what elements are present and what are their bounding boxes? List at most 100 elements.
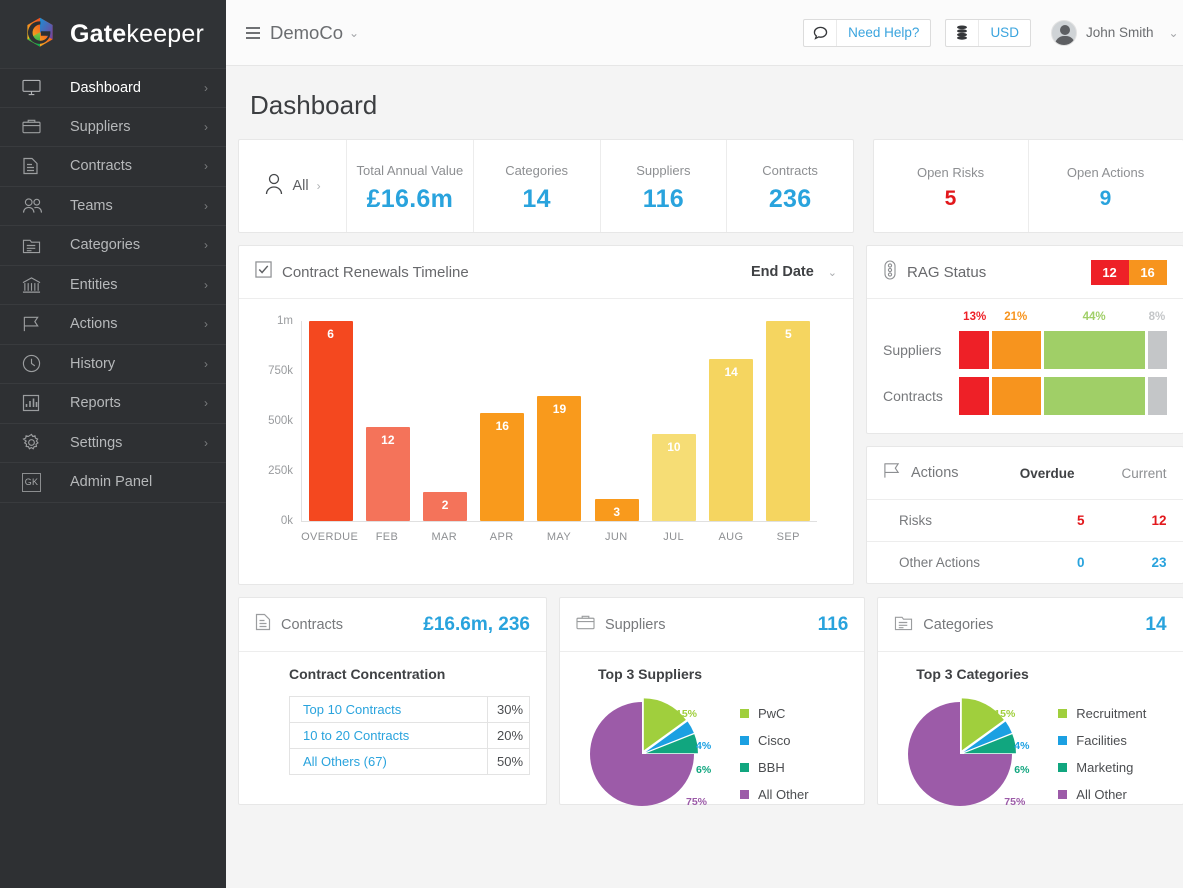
- categories-card-body: Top 3 Categories 15% 4% 6% 75% Recruitment F…: [878, 652, 1182, 814]
- table-row[interactable]: All Others (67) 50%: [289, 748, 530, 775]
- chevron-down-icon[interactable]: ⌄: [349, 26, 359, 40]
- hamburger-menu-icon[interactable]: [246, 26, 260, 39]
- rag-chip-red[interactable]: 12: [1090, 259, 1129, 285]
- company-name[interactable]: DemoCo: [270, 22, 343, 44]
- kpi-filter-all[interactable]: All ›: [239, 140, 347, 232]
- kpi-label: Categories: [505, 162, 569, 178]
- sidebar-item-label: Teams: [70, 197, 113, 214]
- legend-item[interactable]: Recruitment: [1058, 700, 1154, 727]
- sidebar-item-teams[interactable]: Teams ›: [0, 187, 226, 226]
- bar-column[interactable]: 3: [588, 321, 645, 521]
- suppliers-card-headline: 116: [817, 613, 849, 635]
- bar[interactable]: 10: [651, 434, 696, 521]
- rag-segment[interactable]: [1148, 377, 1167, 415]
- actions-row-other-actions[interactable]: Other Actions 0 23: [867, 541, 1183, 583]
- bar-value-label: 3: [613, 505, 621, 519]
- legend-swatch: [740, 709, 749, 718]
- categories-pie-area: 15% 4% 6% 75% Recruitment Facilities Marketin…: [894, 696, 1166, 814]
- bar[interactable]: 5: [766, 321, 811, 521]
- bar-chart-icon: [22, 394, 50, 412]
- sidebar-item-categories[interactable]: Categories ›: [0, 226, 226, 266]
- bar-column[interactable]: 16: [474, 321, 531, 521]
- rag-chip-amber[interactable]: 16: [1128, 259, 1167, 285]
- brand[interactable]: Gatekeeper: [0, 0, 226, 68]
- rag-chips: 12 16: [1090, 259, 1167, 285]
- rag-segment[interactable]: [1148, 331, 1167, 369]
- actions-row-current: 12: [1151, 513, 1167, 528]
- bar[interactable]: 16: [480, 413, 525, 521]
- app-root: Gatekeeper Dashboard › Suppliers › Contr…: [0, 0, 1183, 888]
- legend-item[interactable]: All Other: [1058, 781, 1154, 808]
- bar-column[interactable]: 2: [416, 321, 473, 521]
- sidebar-item-label: History: [70, 355, 116, 372]
- contract-renewals-timeline-card: Contract Renewals Timeline End Date ⌄ 6 1…: [238, 245, 854, 585]
- sidebar-item-dashboard[interactable]: Dashboard ›: [0, 68, 226, 108]
- legend-item[interactable]: BBH: [740, 754, 836, 781]
- currency-selector[interactable]: USD: [945, 18, 1031, 47]
- rag-segment[interactable]: [1043, 331, 1146, 369]
- legend-item[interactable]: All Other: [740, 781, 836, 808]
- kpi-contracts[interactable]: Contracts 236: [727, 140, 853, 232]
- kpi-categories[interactable]: Categories 14: [474, 140, 601, 232]
- concentration-name[interactable]: 10 to 20 Contracts: [289, 722, 488, 749]
- rag-status-card: RAG Status 12 16 13% 21% 44% 8% Suppliers Co…: [866, 245, 1183, 434]
- kpi-open-actions[interactable]: Open Actions 9: [1029, 140, 1183, 232]
- bar-value-label: 16: [495, 419, 509, 433]
- actions-row-risks[interactable]: Risks 5 12: [867, 499, 1183, 541]
- bar-value-label: 19: [552, 402, 567, 416]
- sidebar-item-settings[interactable]: Settings ›: [0, 424, 226, 463]
- kpi-open-risks[interactable]: Open Risks 5: [874, 140, 1029, 232]
- sidebar-item-contracts[interactable]: Contracts ›: [0, 147, 226, 187]
- end-date-dropdown[interactable]: End Date ⌄: [751, 264, 837, 280]
- categories-pie-chart: 15% 4% 6% 75%: [898, 696, 1048, 814]
- table-row[interactable]: 10 to 20 Contracts 20%: [289, 722, 530, 749]
- contracts-card-headline: £16.6m, 236: [423, 613, 530, 635]
- clock-icon: [22, 354, 50, 373]
- legend-item[interactable]: Marketing: [1058, 754, 1154, 781]
- pie-value-label: 4%: [1014, 740, 1030, 752]
- rag-segment[interactable]: [959, 331, 990, 369]
- kpi-total-annual-value[interactable]: Total Annual Value £16.6m: [347, 140, 474, 232]
- legend-swatch: [1058, 736, 1068, 745]
- bar[interactable]: 19: [537, 396, 582, 521]
- need-help-button[interactable]: Need Help?: [803, 18, 932, 47]
- bar[interactable]: 6: [308, 321, 353, 521]
- sidebar-item-admin-panel[interactable]: GK Admin Panel: [0, 463, 226, 503]
- bar[interactable]: 14: [709, 359, 754, 521]
- traffic-light-icon: [883, 259, 897, 285]
- legend-item[interactable]: Facilities: [1058, 727, 1154, 754]
- bar[interactable]: 3: [594, 499, 639, 521]
- rag-segment[interactable]: [992, 331, 1041, 369]
- sidebar-item-label: Admin Panel: [70, 474, 153, 491]
- legend-item[interactable]: Cisco: [740, 727, 836, 754]
- sidebar-item-entities[interactable]: Entities ›: [0, 266, 226, 305]
- sidebar-item-actions[interactable]: Actions ›: [0, 305, 226, 345]
- actions-row-overdue: 5: [1077, 513, 1085, 528]
- bar-column[interactable]: 6: [302, 321, 359, 521]
- bar-column[interactable]: 19: [531, 321, 588, 521]
- bar-column[interactable]: 10: [645, 321, 702, 521]
- bar-column[interactable]: 12: [359, 321, 416, 521]
- legend-swatch: [740, 736, 749, 745]
- y-axis-tick-label: 1m: [277, 315, 293, 327]
- rag-bar-group: [959, 377, 1167, 415]
- bar[interactable]: 2: [423, 492, 468, 521]
- kpi-suppliers[interactable]: Suppliers 116: [601, 140, 728, 232]
- legend-item[interactable]: PwC: [740, 700, 836, 727]
- bar-column[interactable]: 5: [760, 321, 817, 521]
- rag-segment[interactable]: [959, 377, 990, 415]
- rag-segment[interactable]: [1043, 377, 1146, 415]
- user-menu[interactable]: John Smith ⌄: [1050, 19, 1179, 46]
- table-row[interactable]: Top 10 Contracts 30%: [289, 696, 530, 723]
- sidebar-item-suppliers[interactable]: Suppliers ›: [0, 108, 226, 147]
- concentration-name[interactable]: Top 10 Contracts: [289, 696, 488, 723]
- bar[interactable]: 12: [365, 427, 410, 521]
- rag-segment[interactable]: [992, 377, 1041, 415]
- concentration-name[interactable]: All Others (67): [289, 748, 488, 775]
- timeline-header: Contract Renewals Timeline End Date ⌄: [239, 246, 853, 299]
- actions-row-label: Other Actions: [899, 555, 981, 570]
- sidebar-item-reports[interactable]: Reports ›: [0, 384, 226, 424]
- chevron-down-icon: ⌄: [827, 266, 837, 279]
- sidebar-item-history[interactable]: History ›: [0, 345, 226, 384]
- bar-column[interactable]: 14: [703, 321, 760, 521]
